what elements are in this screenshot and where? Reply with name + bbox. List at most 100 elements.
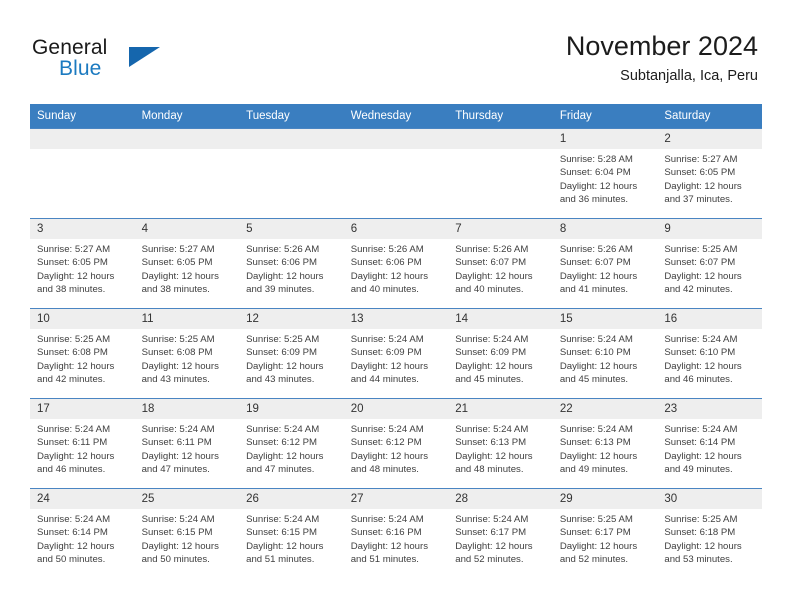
calendar-day-cell[interactable]: 12 Sunrise: 5:25 AM Sunset: 6:09 PM Dayligh… [239, 308, 344, 399]
day-details: Sunrise: 5:24 AM Sunset: 6:09 PM Daylight:… [344, 329, 449, 387]
day-details: Sunrise: 5:25 AM Sunset: 6:08 PM Daylight:… [30, 329, 135, 387]
calendar-day-cell-inner: 19 Sunrise: 5:24 AM Sunset: 6:12 PM Dayligh… [239, 399, 344, 488]
day-details: Sunrise: 5:25 AM Sunset: 6:17 PM Daylight:… [553, 509, 658, 567]
daylight-duration-line1: Daylight: 12 hours [37, 450, 115, 462]
calendar-day-cell[interactable]: 10 Sunrise: 5:25 AM Sunset: 6:08 PM Dayligh… [30, 308, 135, 399]
day-number: 26 [239, 489, 344, 509]
sunset-time: Sunset: 6:16 PM [350, 527, 422, 539]
calendar-day-cell[interactable]: 27 Sunrise: 5:24 AM Sunset: 6:16 PM Dayligh… [343, 488, 449, 578]
calendar-day-cell[interactable]: 26 Sunrise: 5:24 AM Sunset: 6:15 PM Dayligh… [239, 488, 344, 578]
day-number [343, 129, 449, 149]
day-details: Sunrise: 5:24 AM Sunset: 6:16 PM Daylight:… [344, 509, 449, 567]
weekday-header-friday: Friday [552, 104, 658, 129]
calendar-day-cell[interactable]: 11 Sunrise: 5:25 AM Sunset: 6:08 PM Dayligh… [134, 308, 240, 399]
calendar-day-cell[interactable]: 30 Sunrise: 5:25 AM Sunset: 6:18 PM Dayligh… [657, 488, 762, 578]
daylight-duration-line2: and 50 minutes. [141, 554, 210, 566]
calendar-day-cell[interactable]: 19 Sunrise: 5:24 AM Sunset: 6:12 PM Dayligh… [239, 398, 344, 489]
day-details: Sunrise: 5:26 AM Sunset: 6:06 PM Daylight:… [344, 239, 449, 297]
calendar-day-cell[interactable]: 18 Sunrise: 5:24 AM Sunset: 6:11 PM Dayligh… [134, 398, 240, 489]
day-details: Sunrise: 5:26 AM Sunset: 6:07 PM Daylight:… [448, 239, 553, 297]
sunset-time: Sunset: 6:09 PM [455, 347, 527, 359]
day-number: 25 [134, 489, 240, 509]
day-number: 23 [657, 399, 762, 419]
calendar-day-cell[interactable]: 2 Sunrise: 5:27 AM Sunset: 6:05 PM Daylight… [657, 128, 762, 219]
sunrise-time: Sunrise: 5:24 AM [664, 424, 738, 435]
title-block: November 2024 Subtanjalla, Ica, Peru [566, 30, 758, 85]
calendar-day-cell[interactable]: 23 Sunrise: 5:24 AM Sunset: 6:14 PM Dayligh… [657, 398, 762, 489]
day-number: 21 [448, 399, 553, 419]
calendar-week-row: 1 Sunrise: 5:28 AM Sunset: 6:04 PM Daylight… [30, 128, 762, 219]
calendar-day-cell[interactable]: 8 Sunrise: 5:26 AM Sunset: 6:07 PM Daylight… [552, 218, 658, 309]
calendar-day-cell[interactable]: 28 Sunrise: 5:24 AM Sunset: 6:17 PM Dayligh… [448, 488, 553, 578]
calendar-day-cell-inner: 3 Sunrise: 5:27 AM Sunset: 6:05 PM Daylight… [30, 219, 135, 308]
sunset-time: Sunset: 6:09 PM [350, 347, 422, 359]
sunrise-time: Sunrise: 5:24 AM [37, 514, 111, 525]
calendar-day-cell-inner: 23 Sunrise: 5:24 AM Sunset: 6:14 PM Dayligh… [657, 399, 762, 488]
calendar-day-cell-inner: 2 Sunrise: 5:27 AM Sunset: 6:05 PM Daylight… [657, 129, 762, 218]
sunrise-time: Sunrise: 5:27 AM [664, 154, 738, 165]
calendar-day-cell-inner [448, 129, 553, 218]
day-number: 13 [343, 309, 449, 329]
calendar-day-cell[interactable]: 17 Sunrise: 5:24 AM Sunset: 6:11 PM Dayligh… [30, 398, 135, 489]
calendar-day-cell[interactable]: 16 Sunrise: 5:24 AM Sunset: 6:10 PM Dayligh… [657, 308, 762, 399]
day-number: 19 [239, 399, 344, 419]
calendar-day-cell[interactable]: 4 Sunrise: 5:27 AM Sunset: 6:05 PM Daylight… [134, 218, 240, 309]
calendar-day-cell[interactable]: 29 Sunrise: 5:25 AM Sunset: 6:17 PM Dayligh… [552, 488, 658, 578]
calendar-day-cell-inner [30, 129, 135, 218]
calendar-day-cell[interactable]: 15 Sunrise: 5:24 AM Sunset: 6:10 PM Dayligh… [552, 308, 658, 399]
daylight-duration-line1: Daylight: 12 hours [455, 540, 533, 552]
daylight-duration-line1: Daylight: 12 hours [455, 360, 533, 372]
daylight-duration-line2: and 37 minutes. [664, 194, 733, 206]
location-subtitle: Subtanjalla, Ica, Peru [620, 68, 758, 84]
daylight-duration-line2: and 43 minutes. [246, 374, 315, 386]
calendar-day-cell-inner: 17 Sunrise: 5:24 AM Sunset: 6:11 PM Dayligh… [30, 399, 135, 488]
day-details: Sunrise: 5:24 AM Sunset: 6:09 PM Daylight:… [448, 329, 553, 387]
sunset-time: Sunset: 6:12 PM [246, 437, 318, 449]
calendar-day-cell[interactable]: 22 Sunrise: 5:24 AM Sunset: 6:13 PM Dayligh… [552, 398, 658, 489]
sunrise-time: Sunrise: 5:24 AM [37, 424, 111, 435]
day-number: 22 [552, 399, 658, 419]
calendar-day-cell-empty [448, 128, 553, 219]
calendar-day-cell[interactable]: 14 Sunrise: 5:24 AM Sunset: 6:09 PM Dayligh… [448, 308, 553, 399]
calendar-day-cell[interactable]: 3 Sunrise: 5:27 AM Sunset: 6:05 PM Daylight… [30, 218, 135, 309]
calendar-day-cell[interactable]: 9 Sunrise: 5:25 AM Sunset: 6:07 PM Daylight… [657, 218, 762, 309]
sunset-time: Sunset: 6:15 PM [246, 527, 318, 539]
calendar-day-cell[interactable]: 24 Sunrise: 5:24 AM Sunset: 6:14 PM Dayligh… [30, 488, 135, 578]
calendar-day-cell-empty [30, 128, 135, 219]
sunrise-time: Sunrise: 5:24 AM [559, 424, 633, 435]
brand-logo[interactable]: General Blue [32, 36, 162, 82]
daylight-duration-line1: Daylight: 12 hours [246, 360, 324, 372]
day-details: Sunrise: 5:26 AM Sunset: 6:07 PM Daylight:… [553, 239, 658, 297]
calendar-day-cell[interactable]: 6 Sunrise: 5:26 AM Sunset: 6:06 PM Daylight… [343, 218, 449, 309]
calendar-day-cell-inner: 13 Sunrise: 5:24 AM Sunset: 6:09 PM Dayligh… [343, 309, 449, 398]
calendar-day-cell[interactable]: 21 Sunrise: 5:24 AM Sunset: 6:13 PM Dayligh… [448, 398, 553, 489]
sunrise-time: Sunrise: 5:25 AM [246, 334, 320, 345]
day-number: 30 [657, 489, 762, 509]
calendar-week-row: 24 Sunrise: 5:24 AM Sunset: 6:14 PM Dayligh… [30, 488, 762, 578]
day-details: Sunrise: 5:25 AM Sunset: 6:08 PM Daylight:… [135, 329, 240, 387]
day-number: 10 [30, 309, 135, 329]
calendar-day-cell-inner: 28 Sunrise: 5:24 AM Sunset: 6:17 PM Dayligh… [448, 489, 553, 578]
sunset-time: Sunset: 6:11 PM [141, 437, 212, 449]
calendar-day-cell[interactable]: 1 Sunrise: 5:28 AM Sunset: 6:04 PM Daylight… [552, 128, 658, 219]
calendar-day-cell-empty [343, 128, 449, 219]
calendar-day-cell[interactable]: 25 Sunrise: 5:24 AM Sunset: 6:15 PM Dayligh… [134, 488, 240, 578]
sunset-time: Sunset: 6:09 PM [246, 347, 318, 359]
day-number: 24 [30, 489, 135, 509]
daylight-duration-line2: and 36 minutes. [559, 194, 629, 206]
calendar-grid: Sunday Monday Tuesday Wednesday Thursday… [30, 104, 762, 578]
sunset-time: Sunset: 6:10 PM [559, 347, 631, 359]
sunrise-time: Sunrise: 5:27 AM [37, 244, 111, 255]
calendar-day-cell-inner: 21 Sunrise: 5:24 AM Sunset: 6:13 PM Dayligh… [448, 399, 553, 488]
day-details: Sunrise: 5:24 AM Sunset: 6:10 PM Daylight:… [657, 329, 762, 387]
calendar-day-cell[interactable]: 20 Sunrise: 5:24 AM Sunset: 6:12 PM Dayligh… [343, 398, 449, 489]
calendar-day-cell[interactable]: 5 Sunrise: 5:26 AM Sunset: 6:06 PM Daylight… [239, 218, 344, 309]
calendar-day-cell[interactable]: 13 Sunrise: 5:24 AM Sunset: 6:09 PM Dayligh… [343, 308, 449, 399]
calendar-day-cell-inner [239, 129, 344, 218]
day-details: Sunrise: 5:24 AM Sunset: 6:15 PM Daylight:… [239, 509, 344, 567]
day-number: 5 [239, 219, 344, 239]
calendar-day-cell-inner: 18 Sunrise: 5:24 AM Sunset: 6:11 PM Dayligh… [134, 399, 240, 488]
calendar-day-cell[interactable]: 7 Sunrise: 5:26 AM Sunset: 6:07 PM Daylight… [448, 218, 553, 309]
sunrise-time: Sunrise: 5:26 AM [246, 244, 320, 255]
sunrise-time: Sunrise: 5:26 AM [559, 244, 633, 255]
